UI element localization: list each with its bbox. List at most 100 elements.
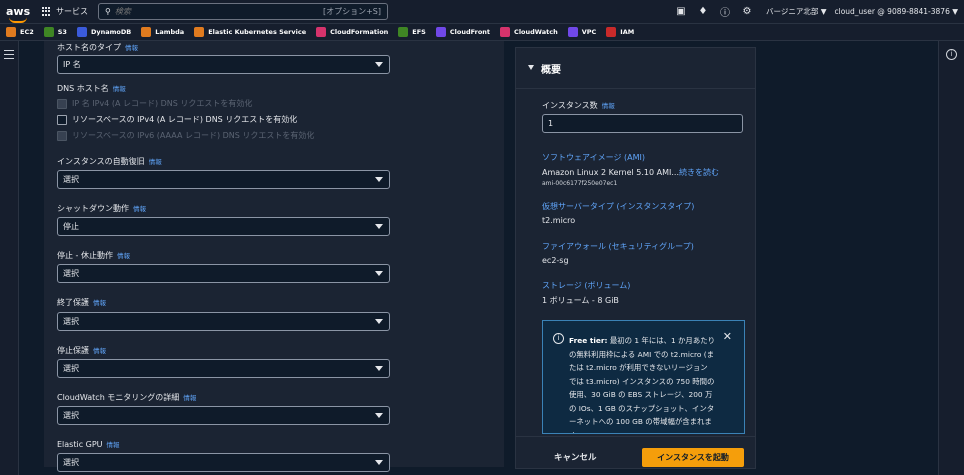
security-group-value: ec2-sg [542,256,569,265]
dropdown-caret-icon [375,319,383,324]
hostname-type-select[interactable]: IP 名 [57,55,390,74]
service-icon [567,27,578,37]
service-icon [606,27,617,37]
search-icon: ⚲ [105,7,111,16]
menu-hamburger-icon[interactable] [4,50,14,59]
service-icon [435,27,446,37]
favorite-cloudwatch[interactable]: CloudWatch [500,27,558,37]
favorite-elastic-kubernetes-service[interactable]: Elastic Kubernetes Service [194,27,306,37]
cancel-button[interactable]: キャンセル [554,451,597,463]
dns-ip-name-checkbox[interactable]: IP 名 IPv4 (A レコード) DNS リクエストを有効化 [57,98,252,109]
cloudwatch-monitoring-label: CloudWatch モニタリングの詳細 情報 [57,393,197,402]
ami-link[interactable]: ソフトウェアイメージ (AMI) [542,152,645,163]
account-menu[interactable]: cloud_user @ 9089-8841-3876 ▼ [834,7,958,16]
region-selector[interactable]: バージニア北部 ▼ [766,6,827,17]
stop-protection-label: 停止保護 情報 [57,346,106,355]
shutdown-behavior-select[interactable]: 停止 [57,217,390,236]
search-box[interactable]: ⚲ [オプション+S] [98,3,388,20]
instance-type-link[interactable]: 仮想サーバータイプ (インスタンスタイプ) [542,201,694,212]
info-link[interactable]: 情報 [93,299,106,307]
read-more-link[interactable]: 続きを読む [679,168,719,177]
info-link[interactable]: 情報 [125,44,138,52]
service-icon [43,27,54,37]
advanced-details-form: ホスト名のタイプ 情報 IP 名 DNS ホスト名 情報 IP 名 IPv4 (A … [44,41,504,472]
dns-hostname-label: DNS ホスト名 情報 [57,84,126,93]
service-icon [500,27,511,37]
info-panel-icon[interactable]: i [946,49,957,60]
dns-resource-ipv6-checkbox[interactable]: リソースベースの IPv6 (AAAA レコード) DNS リクエストを有効化 [57,130,314,141]
info-link[interactable]: 情報 [183,394,196,402]
stop-hibernate-select[interactable]: 選択 [57,264,390,283]
ami-name: Amazon Linux 2 Kernel 5.10 AMI...続きを読む [542,168,719,177]
service-icon [398,27,409,37]
auto-recovery-select[interactable]: 選択 [57,170,390,189]
summary-header[interactable]: 概要 [516,48,755,89]
termination-protection-select[interactable]: 選択 [57,312,390,331]
right-tools-rail: i [938,41,964,475]
info-link[interactable]: 情報 [93,347,106,355]
dropdown-caret-icon [375,460,383,465]
dropdown-caret-icon [375,413,383,418]
shutdown-behavior-label: シャットダウン動作 情報 [57,204,146,213]
settings-gear-icon[interactable]: ⚙ [736,6,758,17]
cloudshell-icon[interactable]: ▣ [670,6,692,17]
services-grid-icon[interactable] [42,7,51,16]
cloudwatch-monitoring-select[interactable]: 選択 [57,406,390,425]
services-menu[interactable]: サービス [56,6,88,17]
favorite-vpc[interactable]: VPC [567,27,596,37]
favorite-label: IAM [620,28,635,36]
dropdown-caret-icon [375,62,383,67]
favorite-cloudformation[interactable]: CloudFormation [316,27,388,37]
instance-count-input[interactable]: 1 [542,114,743,133]
dropdown-caret-icon [375,271,383,276]
aws-logo[interactable]: aws [6,5,32,23]
info-circle-icon: i [553,333,564,344]
favorite-cloudfront[interactable]: CloudFront [435,27,490,37]
favorite-label: CloudFormation [330,28,389,36]
favorite-label: CloudWatch [514,28,558,36]
stop-hibernate-label: 停止 - 休止動作 情報 [57,251,130,260]
favorite-ec2[interactable]: EC2 [6,27,34,37]
elastic-gpu-select[interactable]: 選択 [57,453,390,472]
free-tier-alert: i ✕ Free tier: 最初の 1 年には、1 か月あたりの無料利用枠によ… [542,320,745,434]
stop-protection-select[interactable]: 選択 [57,359,390,378]
launch-instance-button[interactable]: インスタンスを起動 [642,448,744,467]
collapse-caret-icon[interactable] [528,65,534,70]
top-navigation-bar: aws サービス ⚲ [オプション+S] ▣ ♦ ⓘ ⚙ バージニア北部 ▼ c… [0,0,964,24]
info-link[interactable]: 情報 [113,85,126,93]
info-link[interactable]: 情報 [602,102,615,110]
info-link[interactable]: 情報 [149,158,162,166]
favorite-label: Lambda [155,28,185,36]
favorite-dynamodb[interactable]: DynamoDB [76,27,132,37]
favorite-lambda[interactable]: Lambda [141,27,184,37]
favorite-label: DynamoDB [90,28,132,36]
dropdown-caret-icon [375,224,383,229]
dropdown-caret-icon [375,366,383,371]
security-group-link[interactable]: ファイアウォール (セキュリティグループ) [542,241,694,252]
termination-protection-label: 終了保護 情報 [57,298,106,307]
favorite-iam[interactable]: IAM [606,27,634,37]
instance-count-label: インスタンス数 情報 [542,101,615,110]
info-link[interactable]: 情報 [107,441,120,449]
favorite-efs[interactable]: EFS [398,27,426,37]
search-shortcut: [オプション+S] [322,7,381,16]
storage-link[interactable]: ストレージ (ボリューム) [542,280,630,291]
close-icon[interactable]: ✕ [723,330,732,343]
favorite-label: EFS [412,28,426,36]
favorite-s3[interactable]: S3 [43,27,67,37]
favorite-label: S3 [57,28,67,36]
notifications-bell-icon[interactable]: ♦ [692,6,714,17]
favorite-label: EC2 [20,28,34,36]
help-icon[interactable]: ⓘ [714,4,736,19]
instance-type-value: t2.micro [542,216,576,225]
favorite-label: Elastic Kubernetes Service [208,28,307,36]
summary-title: 概要 [541,65,561,76]
search-input[interactable] [114,7,315,16]
info-link[interactable]: 情報 [117,252,130,260]
ami-id: ami-00c6177f250e07ec1 [542,180,618,187]
service-icon [6,27,16,37]
service-icon [194,27,205,37]
dns-resource-ipv4-checkbox[interactable]: リソースベースの IPv4 (A レコード) DNS リクエストを有効化 [57,114,297,125]
auto-recovery-label: インスタンスの自動復旧 情報 [57,157,162,166]
info-link[interactable]: 情報 [133,205,146,213]
